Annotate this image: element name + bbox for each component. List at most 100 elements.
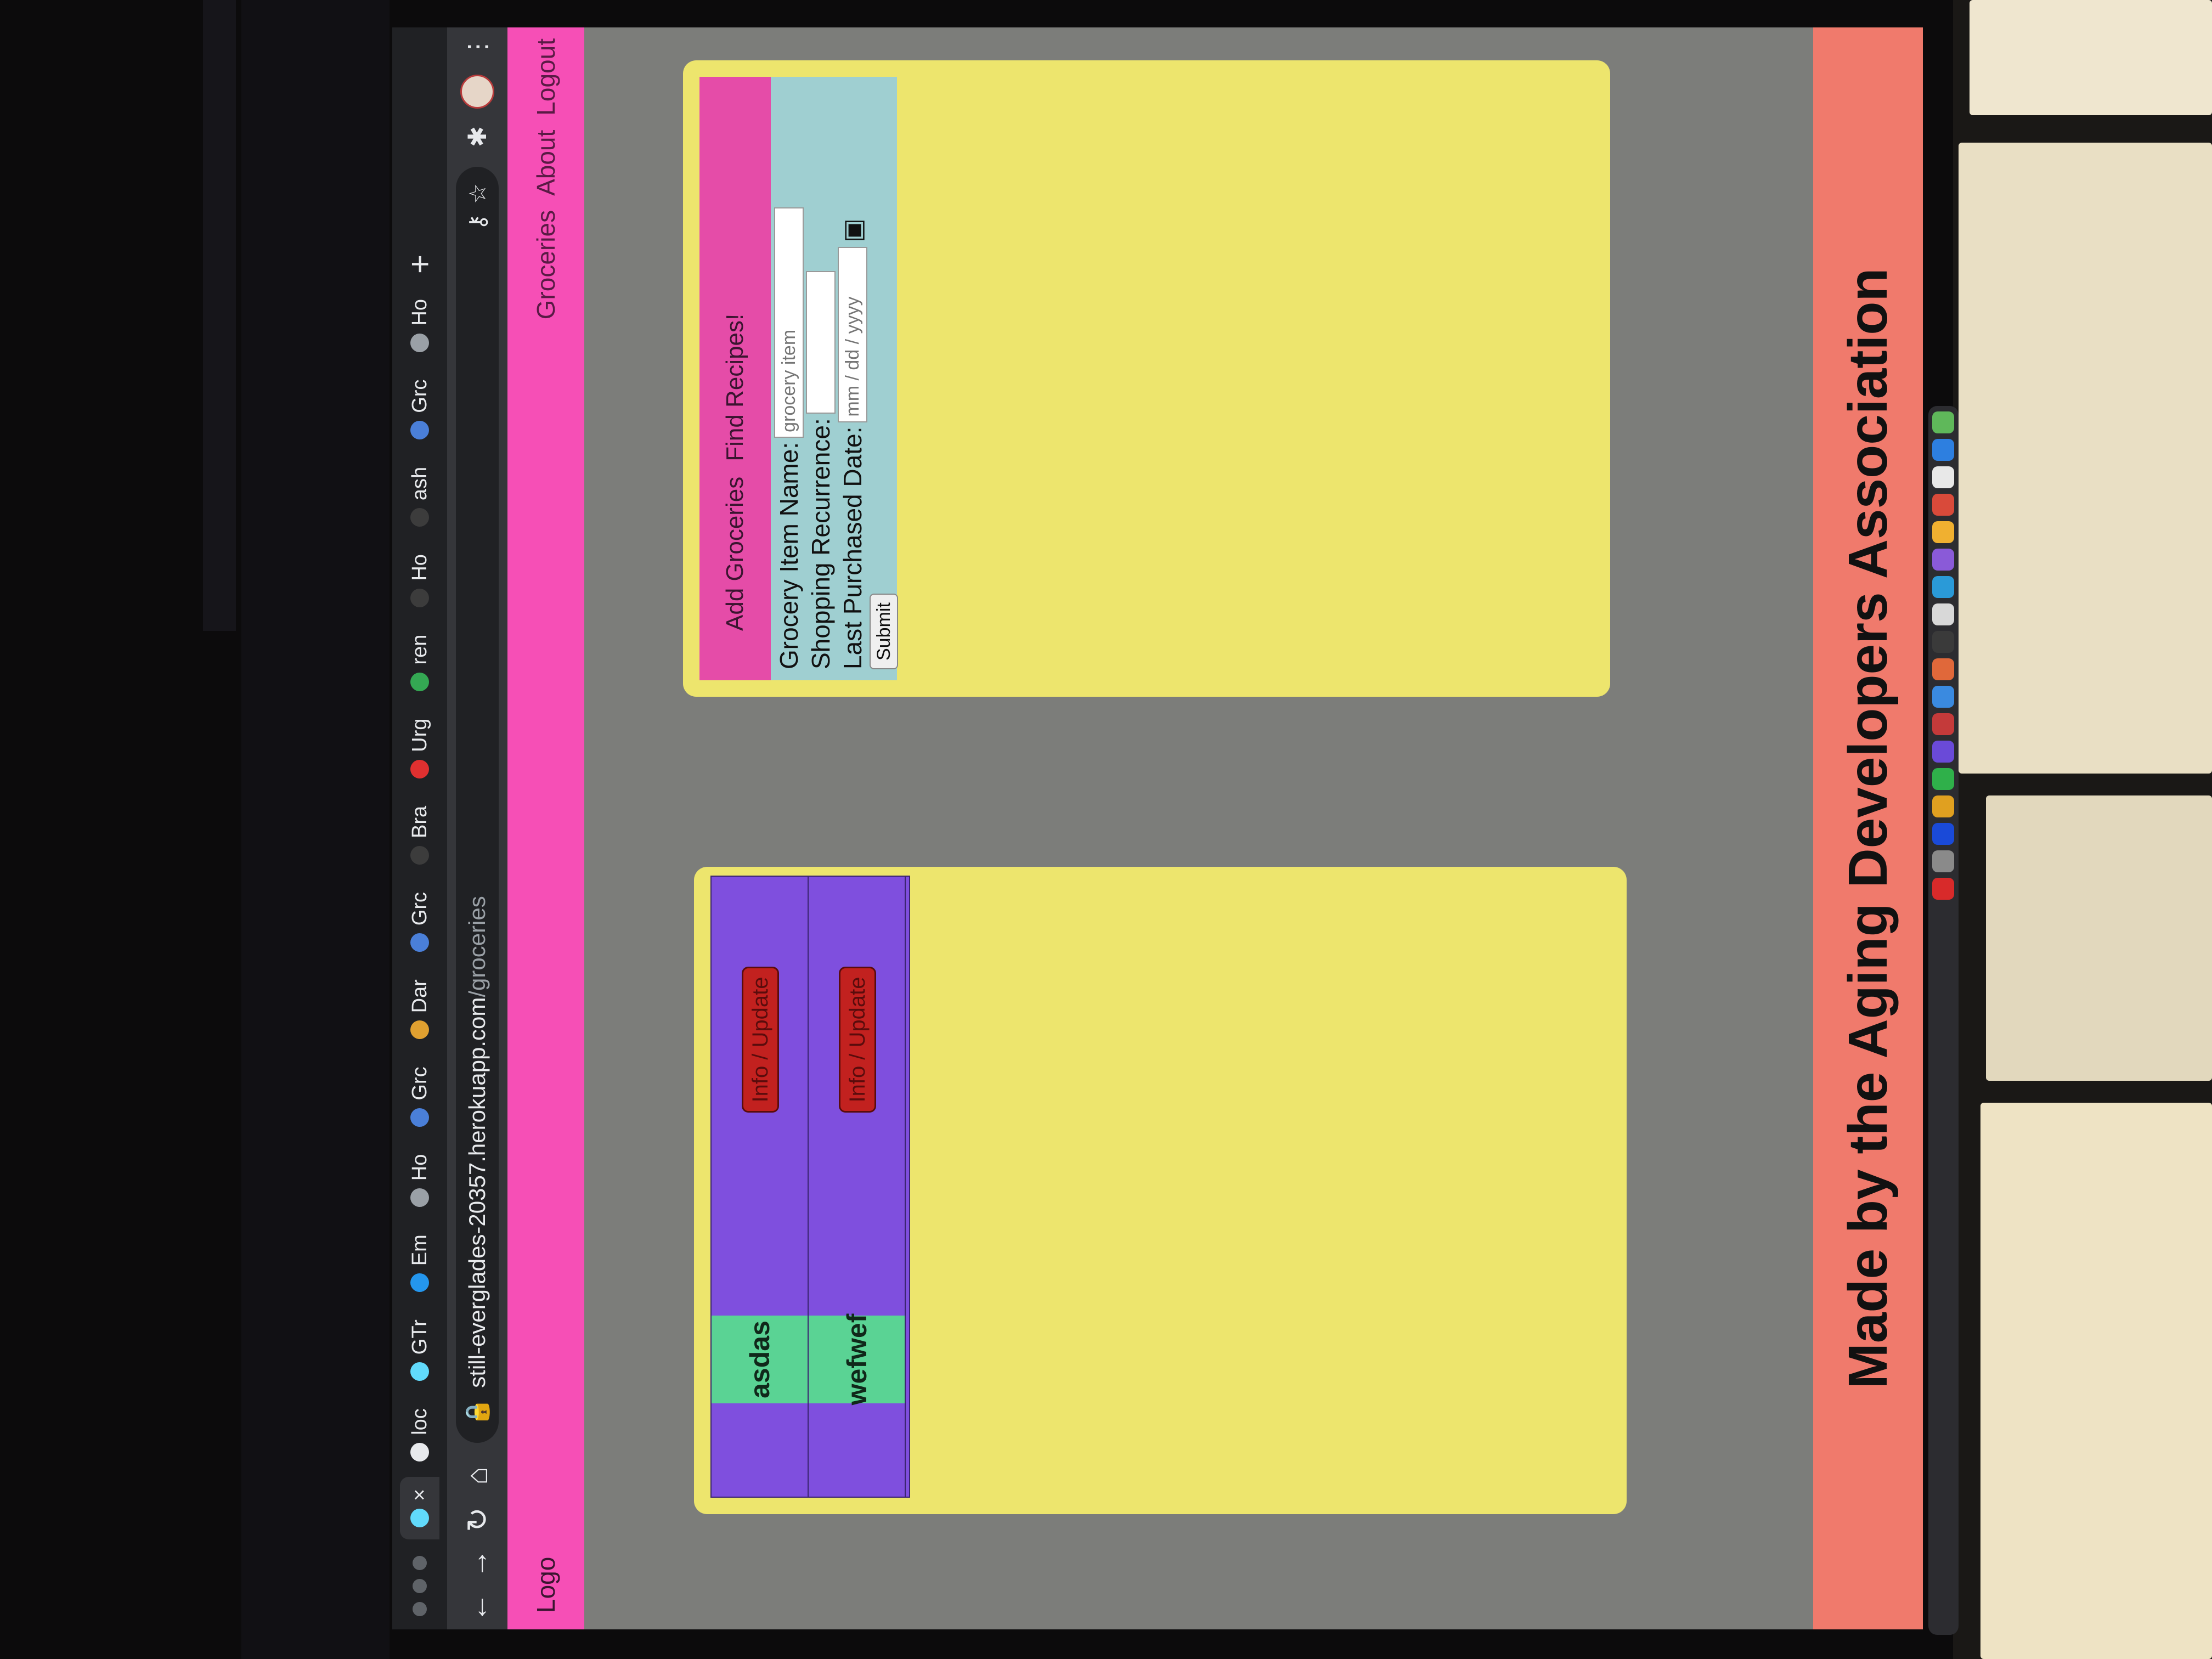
tab[interactable]: Grc: [400, 1054, 439, 1138]
recurrence-input[interactable]: [806, 271, 836, 414]
window-controls[interactable]: [413, 1543, 427, 1629]
docker-icon: [410, 1273, 429, 1293]
tab[interactable]: Urg: [400, 707, 439, 791]
nav-link-groceries[interactable]: Groceries: [531, 210, 561, 319]
tab-label: Grc: [408, 379, 431, 413]
submit-button[interactable]: Submit: [870, 594, 898, 669]
tab-label: Bra: [408, 805, 431, 838]
tab-label: Ho: [408, 1154, 431, 1181]
tab-label: Grc: [408, 1066, 431, 1101]
tab-label: GTr: [408, 1319, 431, 1355]
grocery-icon: [410, 1108, 429, 1127]
new-tab-button[interactable]: +: [401, 255, 439, 274]
calendar-icon[interactable]: ▣: [838, 218, 867, 242]
grocery-name: wefwef: [809, 1314, 905, 1405]
reload-icon[interactable]: ↻: [460, 1498, 495, 1542]
back-arrow-icon[interactable]: ←: [460, 1585, 494, 1629]
sticky-note: [1970, 0, 2212, 115]
item-name-row: Grocery Item Name:: [774, 207, 804, 669]
browser-window: × loc GTr Em Ho Grc Dar Grc Bra Urg ren …: [392, 27, 1923, 1629]
tab[interactable]: Dar: [400, 967, 439, 1051]
nav-links: Groceries About Logout: [531, 38, 561, 319]
site-navbar: Logo Groceries About Logout: [507, 27, 584, 1629]
item-name-input[interactable]: [774, 207, 804, 438]
tab[interactable]: Ho: [400, 287, 439, 364]
tab[interactable]: Ho: [400, 542, 439, 619]
tab-label: loc: [408, 1408, 431, 1435]
add-grocery-form: Grocery Item Name: Shopping Recurrence: …: [771, 77, 898, 680]
github-icon: [410, 588, 429, 607]
globe-icon: [410, 1442, 429, 1462]
sticky-note: [1980, 1103, 2212, 1659]
tab-label: Ho: [408, 299, 431, 326]
tab-label: ren: [408, 634, 431, 665]
tab[interactable]: Grc: [400, 880, 439, 964]
site-footer: Made by the Aging Developers Association: [1813, 27, 1923, 1629]
nav-link-logout[interactable]: Logout: [531, 38, 561, 116]
tab-add-groceries[interactable]: Add Groceries: [721, 477, 749, 631]
tab-label: Dar: [408, 979, 431, 1013]
grocery-list-card: asdas Info / Update wefwef Info / Update: [694, 867, 1627, 1514]
openai-icon: [410, 1188, 429, 1207]
medical-icon: [410, 759, 429, 778]
recurrence-label: Shopping Recurrence:: [806, 418, 835, 669]
list-item: wefwef Info / Update: [809, 877, 906, 1497]
tab[interactable]: loc: [400, 1396, 439, 1474]
tab[interactable]: Grc: [400, 368, 439, 452]
tab-label: ash: [408, 466, 431, 501]
tab[interactable]: ren: [400, 623, 439, 703]
extensions-icon[interactable]: ✱: [462, 117, 492, 156]
grocery-icon: [410, 420, 429, 439]
tab[interactable]: ash: [400, 455, 439, 539]
tab-label: Em: [408, 1234, 431, 1266]
laptop-bezel: [241, 0, 390, 1659]
nav-link-about[interactable]: About: [531, 130, 561, 196]
tab[interactable]: Ho: [400, 1142, 439, 1220]
menu-icon[interactable]: ⋮: [462, 27, 492, 66]
tab-label: Urg: [408, 718, 431, 752]
tab-label: Grc: [408, 891, 431, 926]
item-name-label: Grocery Item Name:: [775, 442, 803, 669]
react-icon: [410, 1362, 429, 1381]
tab[interactable]: GTr: [400, 1307, 439, 1393]
info-update-button[interactable]: Info / Update: [742, 967, 779, 1113]
footer-text: Made by the Aging Developers Association: [1837, 268, 1899, 1389]
macos-dock[interactable]: [1928, 406, 1959, 1635]
date-row: Last Purchased Date: ▣: [838, 218, 867, 669]
lock-icon: 🔒: [464, 1397, 490, 1426]
form-tabs: Add Groceries Find Recipes!: [699, 77, 771, 680]
tab[interactable]: Em: [400, 1222, 439, 1304]
site-logo[interactable]: Logo: [531, 1557, 561, 1613]
tab[interactable]: Bra: [400, 794, 439, 877]
calendar-icon: [410, 1020, 429, 1040]
info-update-button[interactable]: Info / Update: [839, 967, 876, 1113]
grocery-icon: [410, 933, 429, 952]
recurrence-row: Shopping Recurrence:: [806, 271, 836, 669]
list-item: asdas Info / Update: [712, 877, 809, 1497]
macos-menu-bar: [203, 0, 236, 631]
tab-close-icon[interactable]: ×: [408, 1489, 432, 1501]
forward-arrow-icon[interactable]: →: [460, 1542, 494, 1585]
openai-icon: [410, 333, 429, 352]
toolbar: ← → ↻ ⌂ 🔒 still-everglades-20357.herokua…: [447, 27, 507, 1629]
grocery-name: asdas: [712, 1316, 808, 1403]
tab-active[interactable]: ×: [400, 1476, 439, 1539]
key-icon[interactable]: ⚷: [464, 214, 491, 231]
star-icon[interactable]: ☆: [464, 183, 491, 204]
github-icon: [410, 845, 429, 865]
react-icon: [410, 1509, 429, 1527]
add-grocery-card: Add Groceries Find Recipes! Grocery Item…: [683, 60, 1610, 697]
web-page: Logo Groceries About Logout asdas Info /…: [507, 27, 1923, 1629]
tab-label: Ho: [408, 554, 431, 581]
tab-strip: × loc GTr Em Ho Grc Dar Grc Bra Urg ren …: [392, 27, 447, 1629]
sticky-note: [1959, 143, 2212, 774]
home-icon[interactable]: ⌂: [460, 1454, 494, 1498]
address-bar[interactable]: 🔒 still-everglades-20357.herokuapp.com/g…: [456, 167, 499, 1443]
date-input[interactable]: [838, 246, 867, 422]
tab-find-recipes[interactable]: Find Recipes!: [721, 314, 749, 461]
google-icon: [410, 672, 429, 691]
avatar[interactable]: [460, 75, 494, 109]
sticky-note: [1986, 795, 2212, 1081]
url-path: /groceries: [464, 896, 490, 997]
grocery-list: asdas Info / Update wefwef Info / Update: [710, 876, 910, 1498]
